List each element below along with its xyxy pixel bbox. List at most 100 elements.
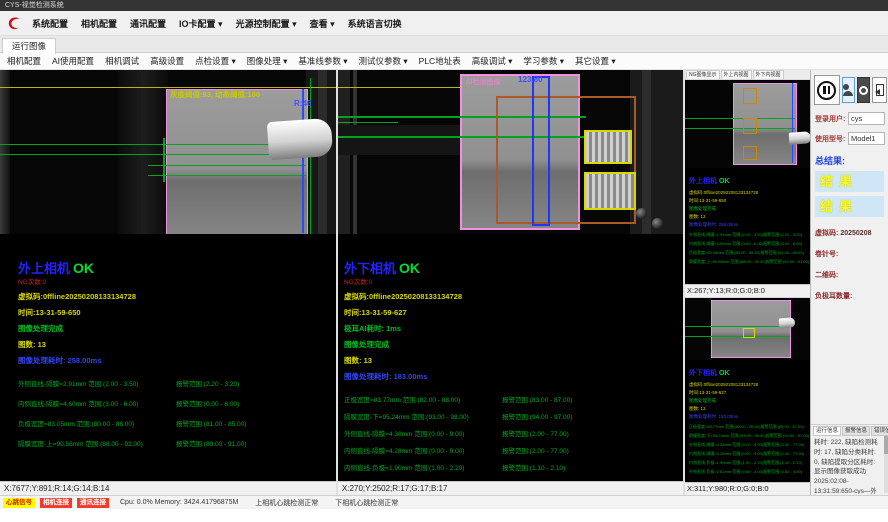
frame-line: 图数: 13 bbox=[18, 339, 336, 350]
tab-row: 运行图像 bbox=[0, 36, 888, 53]
toolbar-item[interactable]: 点检设置 ▾ bbox=[195, 55, 236, 67]
toolbar-item[interactable]: 相机调试 bbox=[105, 55, 139, 67]
machine-column bbox=[118, 70, 168, 234]
toolbar-item[interactable]: 相机配置 bbox=[7, 55, 41, 67]
log-tab[interactable]: 运行信息 bbox=[813, 426, 841, 436]
brand-logo-icon bbox=[6, 15, 23, 32]
menu-item[interactable]: 通讯配置 bbox=[130, 17, 166, 30]
width-value-label: 123.80 bbox=[518, 75, 542, 84]
measure-mark-green bbox=[163, 138, 165, 182]
toolbar-item[interactable]: PLC地址表 bbox=[419, 55, 461, 67]
cam-down-heartbeat-text: 下相机心跳检测正常 bbox=[335, 498, 398, 508]
settings-button[interactable] bbox=[857, 77, 870, 103]
sidebar: 登录用户: cys 使用型号: Model1 总结果: 结果 结果 虚拟码:20… bbox=[810, 70, 888, 495]
measurement-row: 隔膜宽度-上=90.56mm 范围:(88.00 - 92.00)报警范围:(8… bbox=[689, 259, 810, 265]
comm-link-badge: 通讯连接 bbox=[77, 498, 109, 508]
anode-count-row: 负极耳数量: bbox=[815, 291, 885, 301]
window-titlebar: CYS-视觉检测系统 bbox=[0, 0, 888, 11]
toolbar-item[interactable]: AI使用配置 bbox=[52, 55, 94, 67]
menu-item[interactable]: 光源控制配置 ▾ bbox=[236, 17, 297, 30]
log-scrollbar[interactable] bbox=[884, 436, 888, 493]
frame-line: 图数: 13 bbox=[689, 214, 810, 220]
toolbar-item[interactable]: 学习参数 ▾ bbox=[523, 55, 564, 67]
qrcode-row: 二维码: bbox=[815, 270, 885, 280]
frame-line: 图数: 13 bbox=[689, 406, 810, 412]
menu-item[interactable]: 相机配置 bbox=[81, 17, 117, 30]
camera-name: 外下相机 bbox=[689, 370, 717, 377]
measure-line-green bbox=[148, 175, 306, 176]
menu-item[interactable]: IO卡配置 ▾ bbox=[179, 17, 223, 30]
bolt-icon bbox=[652, 218, 663, 229]
menu-item[interactable]: 查看 ▾ bbox=[310, 17, 335, 30]
pause-icon bbox=[817, 81, 836, 100]
small-view-tab[interactable]: NG图像显示 bbox=[686, 70, 720, 79]
menu-item[interactable]: 系统配置 bbox=[32, 17, 68, 30]
edge-line-blue bbox=[302, 89, 304, 233]
camera-panel-mid: AI检测图像 123.80 外下相机OK NG次数:0 虚拟码:0ffline2… bbox=[336, 70, 683, 495]
measure-line-green bbox=[0, 154, 306, 155]
pause-button[interactable] bbox=[814, 75, 840, 105]
small-view-top[interactable]: 外上相机OK 虚拟码:0ffline20250208133134728 时间:1… bbox=[685, 79, 810, 297]
toolbar-item[interactable]: 高级调试 ▾ bbox=[472, 55, 513, 67]
model-value[interactable]: Model1 bbox=[848, 132, 885, 145]
measurement-list: 外侧直线-隔膜=2.91mm 范围:(2.00 - 3.50)报警范围:(2.2… bbox=[18, 378, 336, 448]
tab-highlight-rect bbox=[584, 130, 632, 164]
measurement-row: 外侧直线-隔膜=4.38mm 范围:(0.00 - 9.00)报警范围:(2.0… bbox=[689, 442, 810, 448]
machine-band bbox=[338, 125, 460, 155]
measure-line-green bbox=[685, 336, 789, 337]
statusbar-left: X:7677;Y:891;R:14;G:14;B:14 bbox=[0, 481, 336, 495]
small-view-top-text: 外上相机OK 虚拟码:0ffline20250208133134728 时间:1… bbox=[685, 168, 810, 284]
statusbar-mid: X:270;Y:2502;R:17;G:17;B:17 bbox=[338, 481, 683, 495]
measurement-row: 负极宽度=83.05mm 范围:(80.00 - 86.00)报警范围:(81.… bbox=[18, 418, 336, 428]
log-tab[interactable]: 错误信息 bbox=[871, 426, 888, 436]
app-window: CYS-视觉检测系统 系统配置相机配置通讯配置IO卡配置 ▾光源控制配置 ▾查看… bbox=[0, 0, 888, 522]
process-done-line: 图像处理完成 bbox=[689, 206, 810, 212]
tab-run-image[interactable]: 运行图像 bbox=[2, 38, 56, 54]
camera-view-left[interactable]: 灰度阈值:93, 动态阈值:100 R:46 bbox=[0, 70, 336, 234]
camera-name: 外上相机 bbox=[18, 261, 70, 276]
ng-count: NG次数:0 bbox=[18, 276, 336, 286]
measurement-list: 正极宽度=83.77mm 范围:(82.00 - 88.00)报警范围:(83.… bbox=[689, 424, 810, 475]
virtual-code-row: 虚拟码:20250208 bbox=[815, 228, 885, 238]
login-user-value[interactable]: cys bbox=[848, 112, 885, 125]
electrode-tab bbox=[267, 118, 333, 160]
sidebar-buttons bbox=[814, 75, 887, 105]
small-view-tab[interactable]: 外上内视图 bbox=[721, 70, 752, 79]
edge-line-blue bbox=[792, 83, 793, 163]
camera-link-badge: 相机连接 bbox=[40, 498, 72, 508]
small-view-tabs: NG图像显示外上内视图外下内视图 bbox=[685, 70, 810, 79]
toolbar-item[interactable]: 测试仪参数 ▾ bbox=[359, 55, 408, 67]
camera-view-mid[interactable]: AI检测图像 123.80 bbox=[338, 70, 683, 234]
small-view-tab[interactable]: 外下内视图 bbox=[753, 70, 784, 79]
measure-line-green bbox=[0, 144, 306, 145]
menu-item[interactable]: 系统语言切换 bbox=[348, 17, 402, 30]
reference-line-yellow bbox=[338, 87, 468, 88]
toolbar-item[interactable]: 基准线参数 ▾ bbox=[298, 55, 347, 67]
toolbar-item[interactable]: 高级设置 bbox=[150, 55, 184, 67]
exit-button[interactable] bbox=[872, 77, 887, 103]
camera-panel-left: 灰度阈值:93, 动态阈值:100 R:46 外上相机OK NG次数:0 虚拟码… bbox=[0, 70, 336, 495]
threshold-label: 灰度阈值:93, 动态阈值:100 bbox=[170, 89, 260, 100]
menu-items: 系统配置相机配置通讯配置 IO卡配置 ▾ 光源控制配置 ▾ 查看 ▾ 系统语言切换 bbox=[32, 17, 402, 30]
roi-rect-orange bbox=[743, 118, 757, 134]
log-tab[interactable]: 报警信息 bbox=[842, 426, 870, 436]
toolbar-item[interactable]: 图像处理 ▾ bbox=[247, 55, 288, 67]
measurement-row: 内侧直线-隔膜=4.28mm 范围:(0.00 - 9.00)报警范围:(2.0… bbox=[689, 451, 810, 457]
measurement-row: 隔膜宽度-下=95.24mm 范围:(93.00 - 98.00)报警范围:(9… bbox=[689, 433, 810, 439]
barcode-line: 虚拟码:0ffline20250208133134728 bbox=[344, 291, 683, 302]
small-view-bottom[interactable]: 外下相机OK 虚拟码:0ffline20250208133134728 时间:1… bbox=[685, 297, 810, 495]
toolbar-item[interactable]: 其它设置 ▾ bbox=[575, 55, 616, 67]
frame-line: 图数: 13 bbox=[344, 355, 683, 366]
r-value-label: R:46 bbox=[294, 99, 311, 108]
measurement-row: 外侧直线-隔膜=2.91mm 范围:(2.00 - 3.50)报警范围:(2.2… bbox=[18, 378, 336, 388]
result-box-1: 结果 bbox=[815, 171, 884, 192]
roi-rect-orange bbox=[743, 88, 757, 104]
process-done-line: 图像处理完成 bbox=[689, 398, 810, 404]
measurement-row: 外侧直线-隔膜=4.38mm 范围:(0.00 - 9.00)报警范围:(2.0… bbox=[344, 428, 683, 438]
login-user-button[interactable] bbox=[842, 77, 855, 103]
measurement-row: 负极宽度=83.05mm 范围:(80.00 - 86.00)报警范围:(81.… bbox=[689, 250, 810, 256]
cam-up-heartbeat-text: 上相机心跳检测正常 bbox=[255, 498, 318, 508]
ai-time-line: 极耳AI耗时: 1ms bbox=[344, 323, 683, 334]
membrane-region bbox=[166, 89, 308, 234]
time-line: 时间:13-31-59-627 bbox=[689, 390, 810, 396]
